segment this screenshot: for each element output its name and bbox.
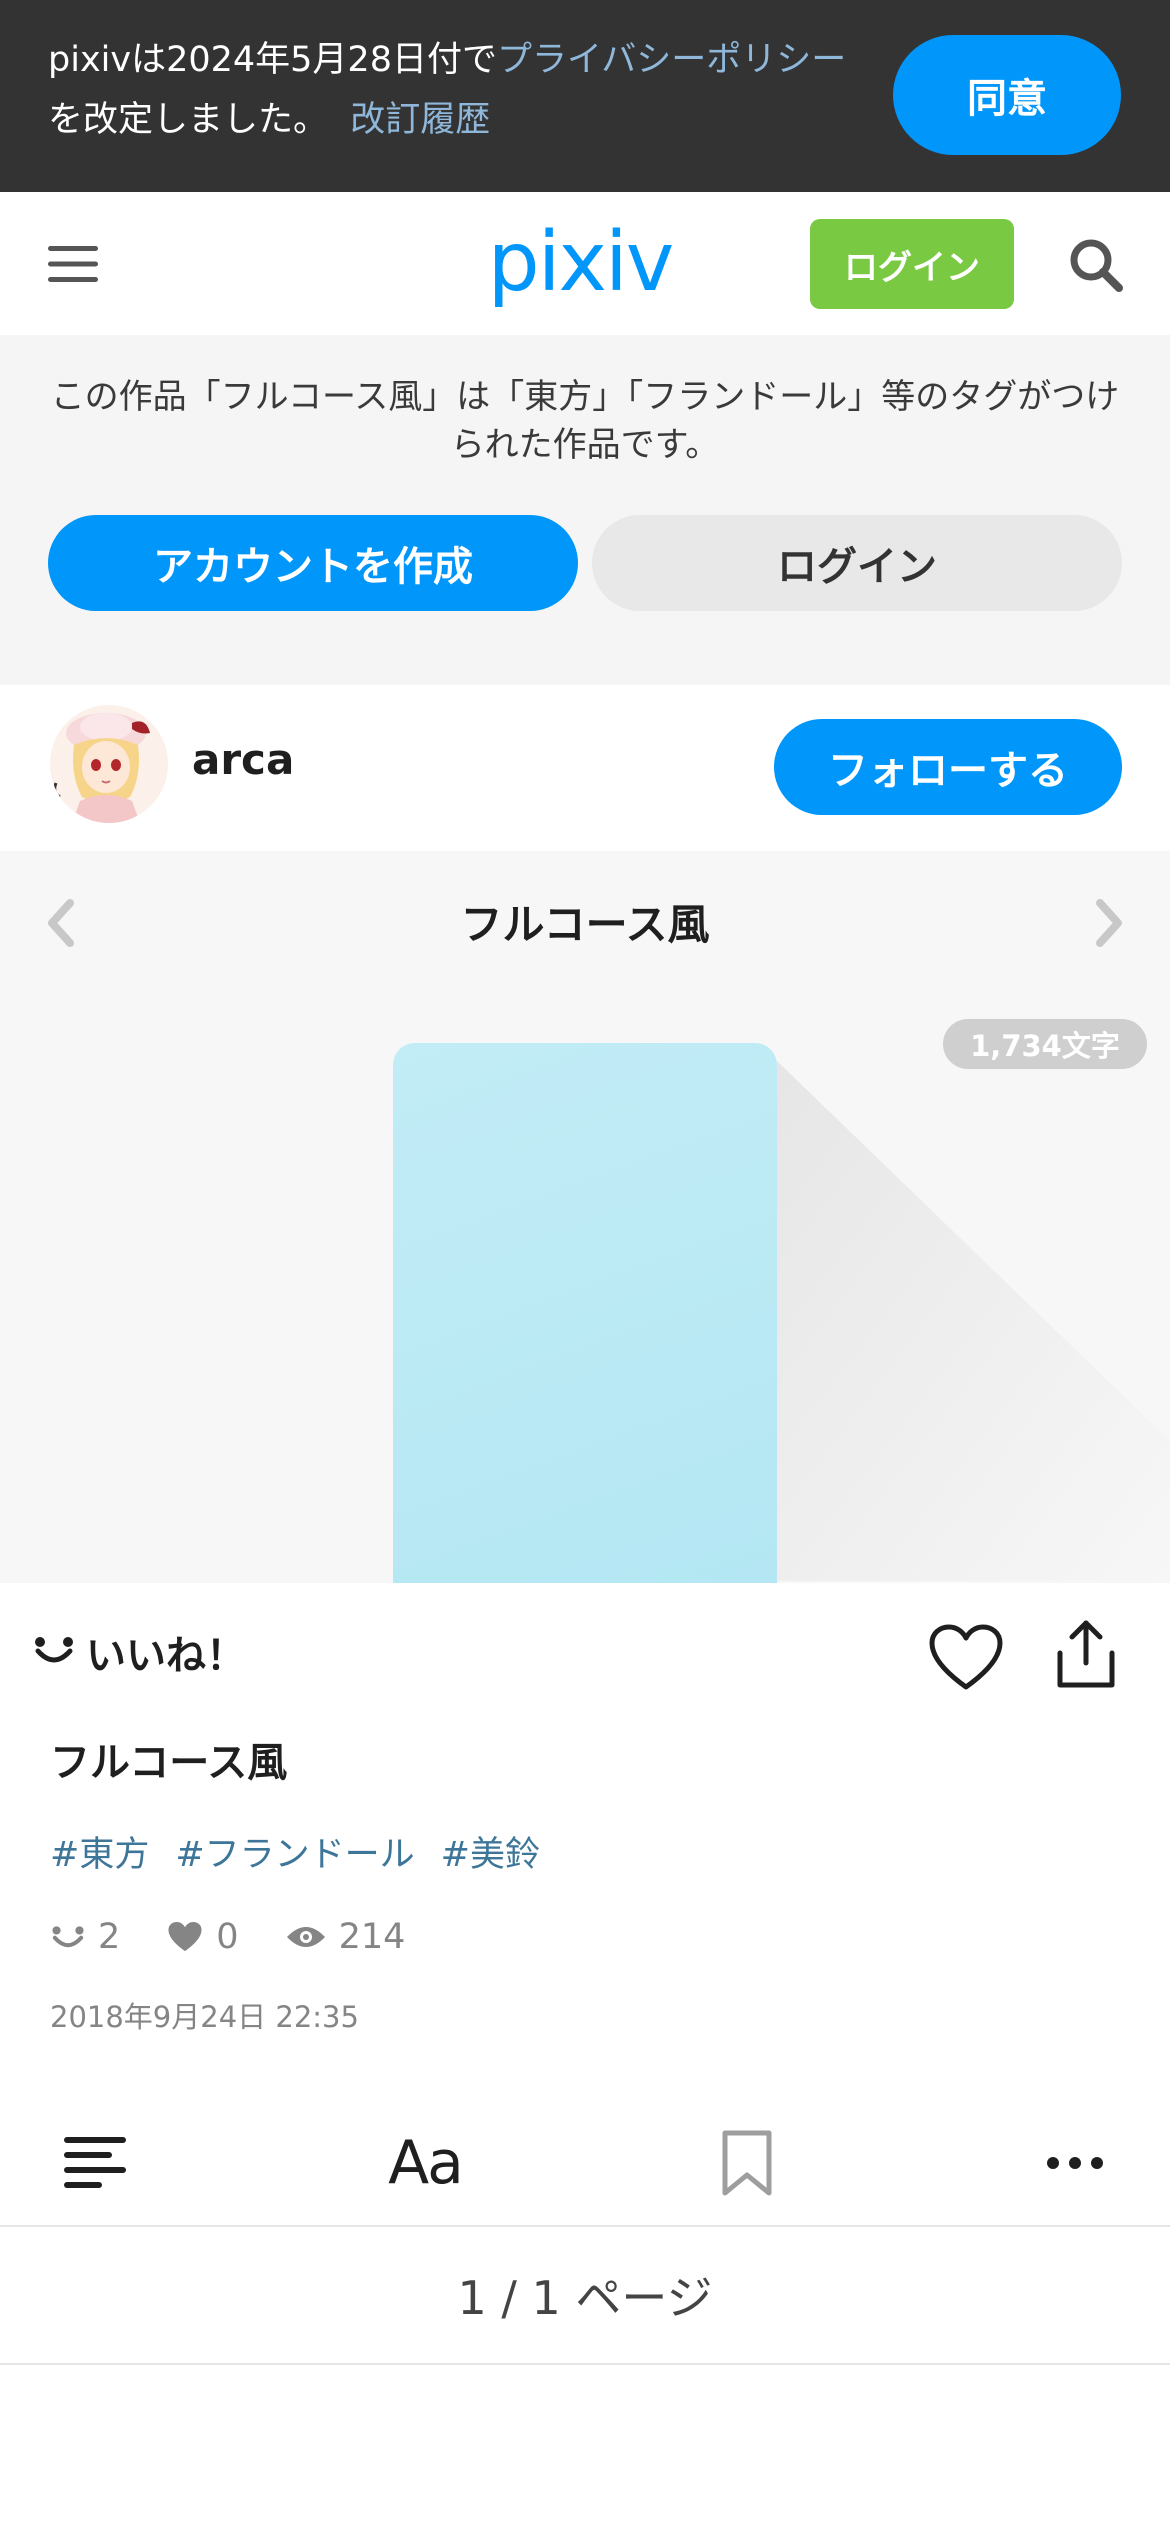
action-bar: いいね！ (0, 1583, 1170, 1693)
smile-icon (35, 1637, 73, 1663)
heart-icon[interactable] (928, 1623, 1004, 1693)
notice-login-button[interactable]: ログイン (592, 515, 1122, 611)
like-button[interactable]: いいね！ (86, 1623, 246, 1681)
follow-button[interactable]: フォローする (774, 719, 1122, 815)
text-align-icon (64, 2137, 126, 2188)
bookmark-count: 0 (216, 1917, 239, 1957)
notice-message: この作品「フルコース風」は「東方」「フランドール」等のタグがつけられた作品です。 (50, 377, 1120, 465)
hamburger-menu-icon[interactable] (48, 244, 98, 284)
chevron-right-icon[interactable] (1090, 893, 1130, 953)
tag-list: #東方 #フランドール #美鈴 (50, 1826, 566, 1877)
privacy-policy-link[interactable]: プライバシーポリシー (497, 40, 846, 80)
share-icon[interactable] (1054, 1619, 1118, 1691)
bookmark-count-stat: 0 (166, 1917, 239, 1957)
bookmark-button[interactable] (702, 2118, 792, 2208)
novel-cover-image[interactable] (393, 1043, 777, 1583)
tag-item[interactable]: #フランドール (175, 1835, 414, 1875)
banner-text-before: pixivは2024年5月28日付で (48, 40, 497, 80)
create-account-button[interactable]: アカウントを作成 (48, 515, 578, 611)
smile-icon (52, 1926, 84, 1948)
view-count: 214 (338, 1917, 406, 1957)
work-title: フルコース風 (50, 1740, 288, 1786)
more-icon (1047, 2157, 1103, 2169)
novel-cover-viewer: フルコース風 1,734文字 (0, 851, 1170, 1583)
page-indicator: 1 / 1 ページ (0, 2227, 1170, 2365)
view-count-stat: 214 (285, 1917, 406, 1957)
font-settings-button[interactable]: Aa (375, 2118, 475, 2208)
viewer-title: フルコース風 (460, 900, 710, 949)
table-of-contents-button[interactable] (50, 2118, 140, 2208)
author-bar: arca フォローする (0, 685, 1170, 851)
more-options-button[interactable] (1030, 2118, 1120, 2208)
like-count-stat: 2 (50, 1917, 120, 1957)
work-stats: 2 0 214 (50, 1912, 451, 1962)
pixiv-logo[interactable]: pixiv (480, 212, 680, 312)
agree-button[interactable]: 同意 (893, 35, 1121, 155)
avatar-illustration (50, 705, 168, 823)
reader-toolbar: Aa (0, 2100, 1170, 2227)
banner-message: pixivは2024年5月28日付でプライバシーポリシー を改定しました。 改訂… (48, 30, 878, 150)
tag-item[interactable]: #美鈴 (441, 1835, 540, 1875)
header-login-button[interactable]: ログイン (810, 219, 1014, 309)
font-settings-label: Aa (388, 2128, 464, 2198)
character-count-badge: 1,734文字 (943, 1019, 1147, 1069)
author-avatar[interactable] (50, 705, 168, 823)
banner-text-after: を改定しました。 (48, 100, 329, 140)
post-date: 2018年9月24日 22:35 (50, 2000, 359, 2034)
site-header: pixiv ログイン (0, 192, 1170, 335)
privacy-banner: pixivは2024年5月28日付でプライバシーポリシー を改定しました。 改訂… (0, 0, 1170, 192)
search-icon[interactable] (1068, 237, 1124, 293)
bookmark-icon (722, 2130, 772, 2196)
revision-history-link[interactable]: 改訂履歴 (350, 100, 490, 140)
heart-icon (168, 1921, 202, 1952)
eye-icon (286, 1927, 325, 1947)
like-count: 2 (98, 1917, 121, 1957)
login-notice: この作品「フルコース風」は「東方」「フランドール」等のタグがつけられた作品です。… (0, 335, 1170, 685)
cover-shadow (777, 1061, 1170, 1581)
author-name[interactable]: arca (192, 735, 294, 784)
tag-item[interactable]: #東方 (50, 1835, 149, 1875)
